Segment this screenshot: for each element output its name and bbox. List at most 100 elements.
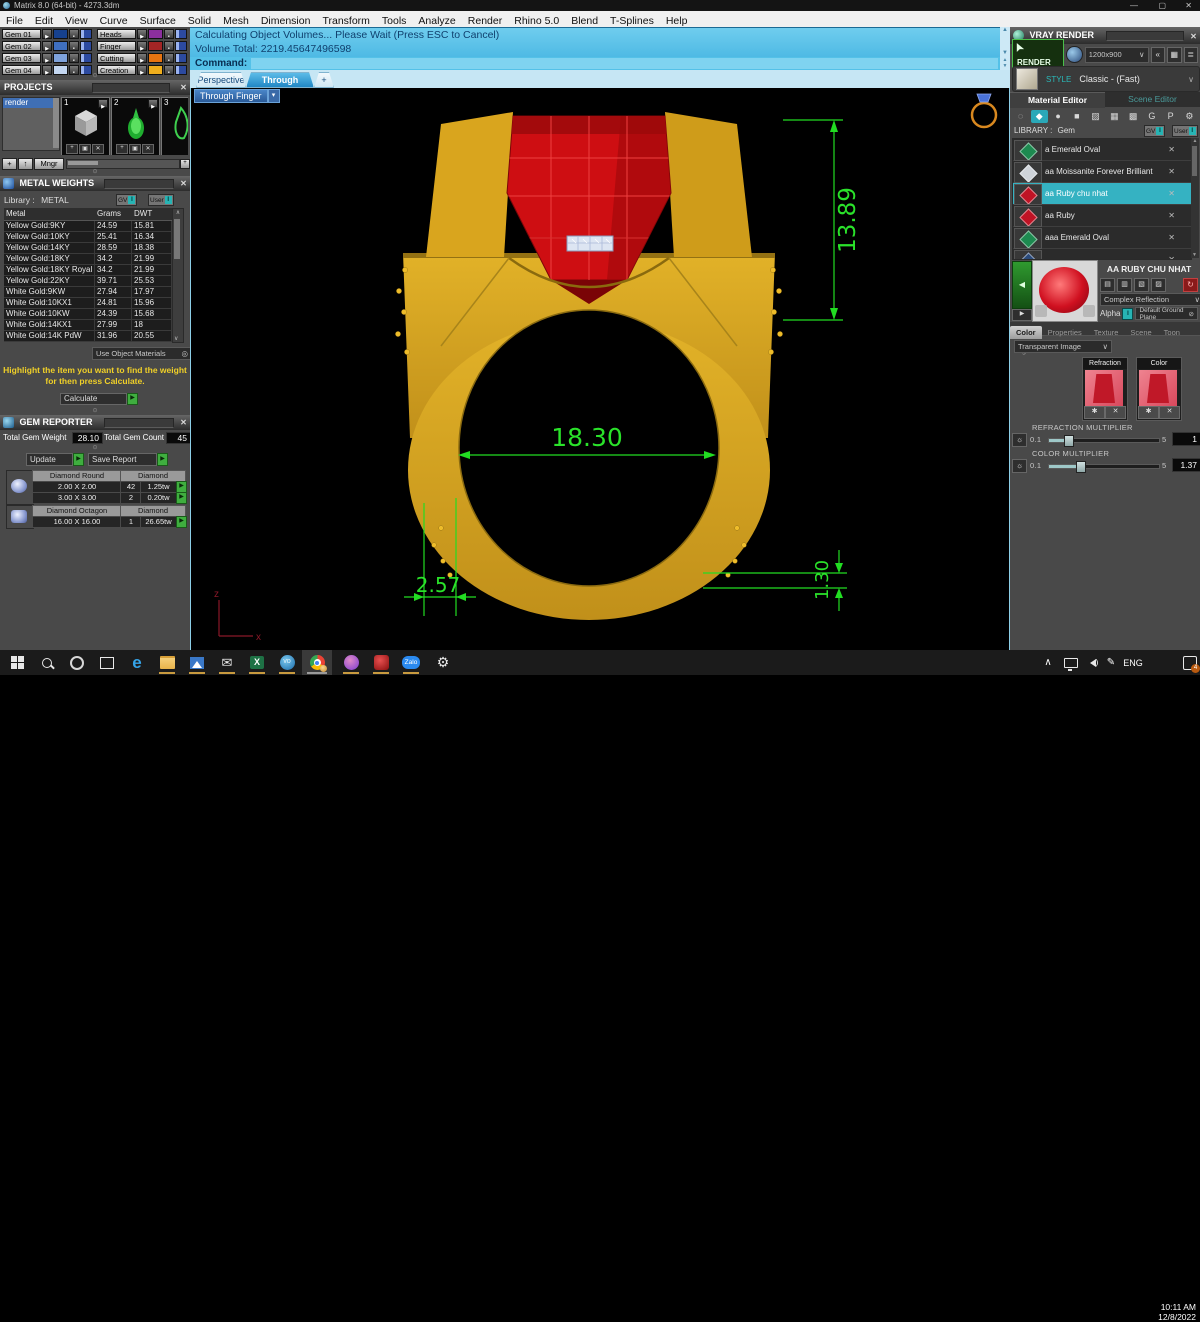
viewport-title-dropdown[interactable]: Through Finger ▾	[194, 89, 280, 103]
close-icon[interactable]: ✕	[1168, 227, 1175, 248]
lock-icon[interactable]	[164, 29, 174, 39]
gv-toggle[interactable]: GVI	[116, 194, 137, 206]
use-object-materials-dropdown[interactable]: Use Object Materials◎	[92, 347, 192, 360]
region-render-icon[interactable]: ▦	[1167, 47, 1182, 63]
notification-icon[interactable]: 4	[1180, 650, 1200, 675]
slider-handle[interactable]	[1076, 461, 1086, 473]
design-app-icon[interactable]	[336, 650, 366, 675]
layer-expand-icon[interactable]	[42, 41, 52, 51]
material-type-icon[interactable]: ●	[1050, 110, 1067, 123]
edge-icon[interactable]: e	[122, 650, 152, 675]
tab-scene-editor[interactable]: Scene Editor	[1105, 92, 1200, 107]
close-panel-icon[interactable]: ✕	[178, 415, 189, 430]
color-multiplier-value[interactable]: 1.37	[1172, 458, 1200, 472]
manager-button[interactable]: Mngr	[34, 158, 64, 170]
alpha-toggle[interactable]: I	[1122, 308, 1133, 320]
task-view-icon[interactable]	[92, 650, 122, 675]
project-item[interactable]: render	[3, 98, 59, 108]
table-row[interactable]: Yellow Gold:18KY 34.2 21.99	[4, 254, 172, 265]
layer-row[interactable]: Cutting	[97, 53, 187, 63]
gem-row-button[interactable]: ▶	[176, 516, 187, 528]
material-scrollbar[interactable]: ▲▼	[1191, 138, 1199, 258]
layer-visibility-button[interactable]	[175, 29, 187, 39]
color-picker-icon[interactable]: ✱	[1138, 406, 1159, 419]
move-up-button[interactable]: ↑	[18, 158, 33, 170]
refraction-multiplier-value[interactable]: 1	[1172, 432, 1200, 446]
layer-color-swatch[interactable]	[53, 41, 68, 51]
table-row[interactable]: Yellow Gold:18KY Royal 34.2 21.99	[4, 265, 172, 276]
layer-row[interactable]: Gem 02	[2, 41, 92, 51]
material-type-icon[interactable]: ▩	[1125, 110, 1142, 123]
metal-cell[interactable]: White Gold:9KW	[4, 287, 95, 298]
material-list-item[interactable]: a Emerald Oval ✕	[1013, 139, 1191, 161]
layer-expand-icon[interactable]	[137, 29, 147, 39]
layer-color-swatch[interactable]	[148, 41, 163, 51]
table-scrollbar[interactable]: ∧∨	[172, 208, 184, 343]
layer-visibility-button[interactable]	[175, 41, 187, 51]
metal-cell[interactable]: Yellow Gold:18KY	[4, 254, 95, 265]
metal-cell[interactable]: White Gold:14K PdW	[4, 331, 95, 342]
settings-gear-icon[interactable]: ⚙	[428, 650, 458, 675]
tab-perspective[interactable]: Perspective	[196, 72, 246, 88]
transparent-image-dropdown[interactable]: Transparent Image∨	[1014, 340, 1112, 353]
layer-label[interactable]: Gem 01	[2, 29, 41, 39]
project-thumb-1[interactable]: 1 + ▣ ✕	[61, 97, 110, 155]
table-row[interactable]: White Gold:10KW 24.39 15.68	[4, 309, 172, 320]
table-row[interactable]: Yellow Gold:22KY 39.71 25.53	[4, 276, 172, 287]
material-type-icon[interactable]: ▨	[1087, 110, 1104, 123]
close-icon[interactable]: ✕	[1168, 161, 1175, 182]
layer-expand-icon[interactable]	[42, 53, 52, 63]
reflection-dropdown[interactable]: Complex Reflection∨	[1100, 293, 1200, 306]
refraction-multiplier-slider[interactable]	[1048, 438, 1160, 443]
material-list-item[interactable]: aa Ruby chu nhat ✕	[1013, 183, 1191, 205]
close-icon[interactable]: ✕	[1185, 1, 1192, 10]
tray-chevron-icon[interactable]: ∧	[1038, 650, 1058, 675]
material-list-item[interactable]: aa Ruby ✕	[1013, 205, 1191, 227]
delete-icon[interactable]: ✕	[92, 144, 104, 154]
scrollbar[interactable]	[53, 98, 59, 148]
resolution-dropdown[interactable]: 1200x900∨	[1085, 47, 1149, 63]
save-icon[interactable]: ▤	[1100, 278, 1115, 292]
material-type-icon[interactable]: ⚙	[1181, 110, 1198, 123]
table-row[interactable]: White Gold:14KX1 27.99 18	[4, 320, 172, 331]
layer-label[interactable]: Gem 02	[2, 41, 41, 51]
metal-cell[interactable]: White Gold:10KW	[4, 309, 95, 320]
property-tab[interactable]: Properties	[1042, 326, 1088, 339]
blue-circle-app-icon[interactable]: VO	[272, 650, 302, 675]
color-swatch[interactable]: Color ✱ ✕	[1136, 357, 1182, 421]
refresh-icon[interactable]: ↻	[1183, 278, 1198, 292]
user-toggle[interactable]: UserI	[1172, 125, 1198, 137]
gv-toggle[interactable]: GVI	[1144, 125, 1165, 137]
material-list-item[interactable]: aaa Emerald Oval ✕	[1013, 227, 1191, 249]
start-button[interactable]	[2, 650, 32, 675]
layer-visibility-button[interactable]	[80, 29, 92, 39]
vray-options-icon[interactable]	[1066, 46, 1082, 63]
close-icon[interactable]: ✕	[1168, 183, 1175, 204]
clear-icon[interactable]: ✕	[1159, 406, 1180, 419]
viewport[interactable]: 18.30 13.89 2.57 1.30 z x Through Finger…	[190, 88, 1010, 650]
table-row[interactable]: White Gold:14K PdW 31.96 20.55	[4, 331, 172, 342]
network-icon[interactable]	[1060, 650, 1082, 675]
tab-through-finger[interactable]: Through Finger	[246, 72, 314, 88]
layer-expand-icon[interactable]	[137, 53, 147, 63]
projects-list[interactable]: render	[2, 97, 60, 151]
tab-material-editor[interactable]: Material Editor	[1010, 92, 1105, 108]
delete-icon[interactable]: ✕	[142, 144, 154, 154]
color-picker-icon[interactable]: ✱	[1084, 406, 1105, 419]
clear-icon[interactable]: ✕	[1105, 406, 1126, 419]
save-report-button[interactable]: Save Report▶	[88, 453, 168, 466]
thumb-menu-icon[interactable]	[98, 99, 108, 108]
layer-visibility-button[interactable]	[80, 41, 92, 51]
property-tab[interactable]: Scene	[1124, 326, 1157, 339]
table-row[interactable]: Yellow Gold:9KY 24.59 15.81	[4, 221, 172, 232]
close-icon[interactable]: ✕	[1168, 139, 1175, 160]
command-scrollbar[interactable]: ▲▼	[1000, 27, 1010, 57]
add-project-button[interactable]: +	[2, 158, 17, 170]
layer-row[interactable]: Finger	[97, 41, 187, 51]
import-icon[interactable]: ▧	[1134, 278, 1149, 292]
user-toggle[interactable]: UserI	[148, 194, 174, 206]
material-type-icon[interactable]: ◆	[1031, 110, 1048, 123]
metal-cell[interactable]: White Gold:14KX1	[4, 320, 95, 331]
project-thumb-3[interactable]: 3	[161, 97, 188, 155]
lock-icon[interactable]	[69, 41, 79, 51]
